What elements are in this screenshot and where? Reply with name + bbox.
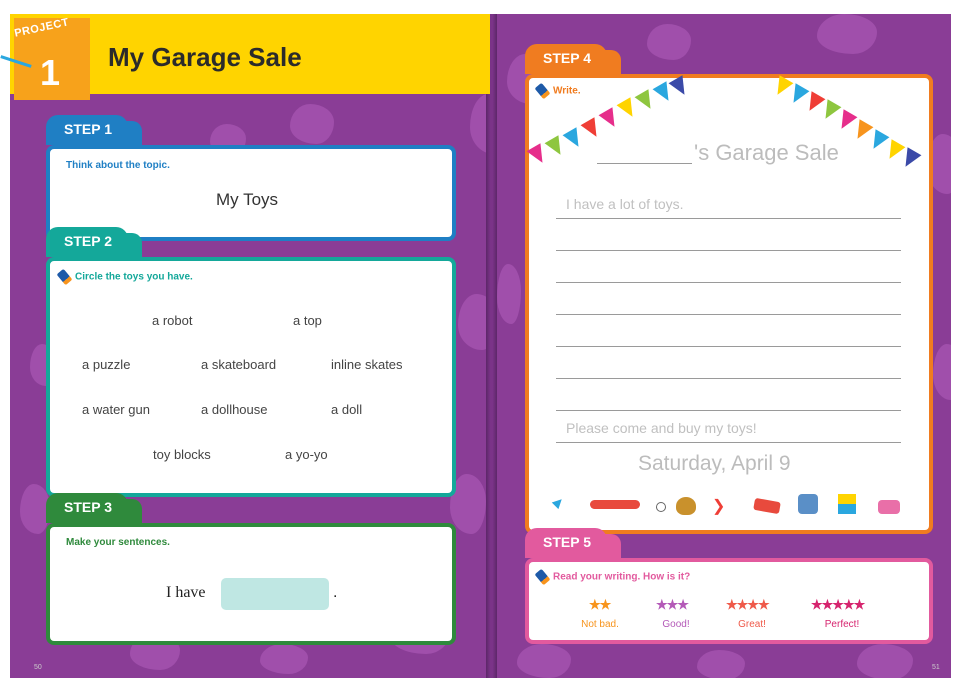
rating-label: Great! — [738, 619, 766, 630]
sentence-start: I have — [166, 584, 206, 601]
writing-line[interactable] — [556, 378, 901, 379]
model-sentence-1: I have a lot of toys. — [566, 196, 684, 212]
step2-instruction-row: Circle the toys you have. — [56, 268, 193, 286]
step1-tab: STEP 1 — [46, 115, 142, 145]
step4-tab: STEP 4 — [525, 44, 621, 74]
model-sentence-2: Please come and buy my toys! — [566, 420, 757, 436]
step3-instruction: Make your sentences. — [66, 537, 170, 548]
toy-option[interactable]: toy blocks — [153, 447, 211, 462]
writing-line[interactable] — [556, 346, 901, 347]
book-spine — [486, 14, 497, 678]
toy-option[interactable]: a doll — [331, 402, 362, 417]
writing-line[interactable] — [556, 314, 901, 315]
top-icon — [656, 502, 666, 512]
toy-option[interactable]: a puzzle — [82, 357, 130, 372]
name-blank-line[interactable] — [597, 163, 692, 164]
step5-instruction: Read your writing. How is it? — [553, 571, 691, 583]
rating-stars-2[interactable]: ★★ — [589, 597, 611, 613]
step5-instruction-row: Read your writing. How is it? — [534, 568, 691, 586]
writing-line[interactable] — [556, 218, 901, 219]
toy-option[interactable]: a dollhouse — [201, 402, 268, 417]
writing-line[interactable] — [556, 282, 901, 283]
rating-label: Perfect! — [824, 619, 860, 630]
writing-line[interactable] — [556, 442, 901, 443]
page-number-left: 50 — [34, 664, 42, 671]
skateboard-icon — [590, 500, 640, 509]
step5-tab: STEP 5 — [525, 528, 621, 558]
toy-option[interactable]: inline skates — [331, 357, 403, 372]
toy-option[interactable]: a yo-yo — [285, 447, 328, 462]
rating-stars-4[interactable]: ★★★★ — [726, 597, 770, 613]
toy-car-icon — [878, 500, 900, 514]
rating-label: Good! — [662, 619, 690, 630]
step1-topic: My Toys — [216, 190, 279, 209]
toy-option[interactable]: a skateboard — [201, 357, 276, 372]
page-title: My Garage Sale — [108, 42, 302, 72]
boomerang-icon: ❯ — [712, 498, 726, 515]
rating-stars-5[interactable]: ★★★★★ — [811, 597, 865, 613]
textbook-spread: PROJECT 1 My Garage Sale STEP 1 Think ab… — [0, 0, 961, 678]
page-number-right: 51 — [932, 664, 940, 671]
step2-tab: STEP 2 — [46, 227, 142, 257]
step3-tab: STEP 3 — [46, 493, 142, 523]
step2-panel — [46, 257, 456, 497]
toy-option[interactable]: a robot — [152, 313, 192, 328]
sale-title: 's Garage Sale — [694, 140, 839, 165]
toy-option[interactable]: a water gun — [82, 402, 150, 417]
toy-option[interactable]: a top — [293, 313, 322, 328]
writing-line[interactable] — [556, 410, 901, 411]
rating-stars-3[interactable]: ★★★ — [656, 597, 689, 613]
rating-label: Not bad. — [581, 619, 619, 630]
step2-instruction: Circle the toys you have. — [75, 271, 193, 283]
answer-field[interactable] — [221, 578, 329, 610]
glove-icon — [676, 497, 696, 515]
project-number: 1 — [40, 52, 61, 93]
sale-date: Saturday, April 9 — [638, 452, 791, 475]
robot-icon — [798, 494, 818, 514]
writing-line[interactable] — [556, 250, 901, 251]
step4-instruction: Write. — [553, 85, 581, 97]
blocks-icon — [838, 494, 856, 514]
step4-instruction-row: Write. — [534, 82, 581, 100]
step1-instruction: Think about the topic. — [66, 160, 170, 171]
sentence-end: . — [333, 584, 338, 601]
